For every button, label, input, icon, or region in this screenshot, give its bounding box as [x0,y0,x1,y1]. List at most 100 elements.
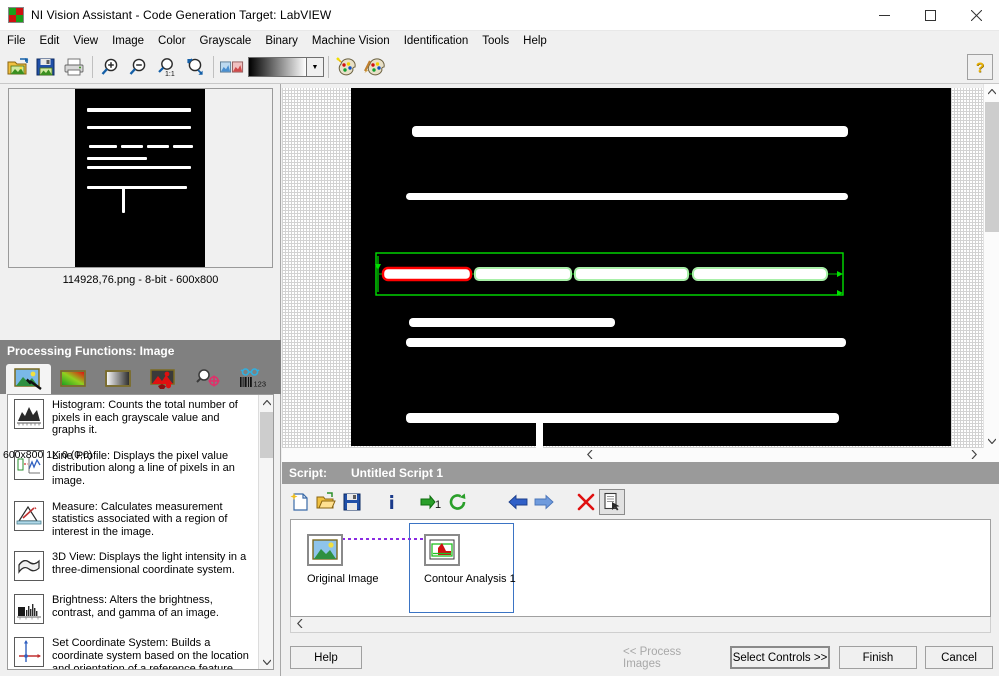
menu-tools[interactable]: Tools [475,32,516,50]
zoom-out-icon[interactable] [126,54,152,80]
save-image-icon[interactable] [33,54,59,80]
canvas-vertical-scrollbar[interactable] [983,84,999,448]
menu-edit[interactable]: Edit [33,32,67,50]
tab-grayscale[interactable] [96,364,141,394]
ni-vision-icon [8,7,24,23]
canvas-scroll-right-icon[interactable] [971,449,978,461]
help-button[interactable]: ? [967,54,993,80]
function-list-scrollbar[interactable] [258,395,273,669]
image-canvas[interactable] [282,84,999,448]
menu-bar: File Edit View Image Color Grayscale Bin… [0,31,999,51]
histogram-icon [14,399,44,429]
window-title: NI Vision Assistant - Code Generation Ta… [31,8,332,22]
menu-view[interactable]: View [66,32,105,50]
close-button[interactable] [953,0,999,31]
zoom-actual-size-icon[interactable]: 1:1 [154,54,180,80]
zoom-in-icon[interactable] [98,54,124,80]
function-item-3d-view[interactable]: 3D View: Displays the light intensity in… [14,551,258,582]
tab-image[interactable] [6,364,51,394]
new-script-button[interactable] [287,489,313,515]
image-caption: 114928,76.png - 8-bit - 600x800 [62,274,219,286]
color-palette-brush-icon[interactable] [362,54,388,80]
canvas-scroll-down-icon[interactable] [984,433,999,448]
step-back-button[interactable] [505,489,531,515]
svg-text:1: 1 [435,499,441,511]
script-info-button[interactable] [379,489,405,515]
save-script-button[interactable] [339,489,365,515]
color-palette-wand-icon[interactable] [334,54,360,80]
canvas-scrollbar-thumb[interactable] [985,102,999,232]
script-header: Script: Untitled Script 1 [282,462,999,484]
chevron-down-icon[interactable]: ▼ [307,58,323,76]
function-label: 3D View: Displays the light intensity in… [52,551,247,576]
scrollbar-thumb[interactable] [260,412,273,458]
main-toolbar: 1:1 ▼ ? [0,51,999,84]
menu-help[interactable]: Help [516,32,554,50]
toolbar-separator [92,56,93,78]
script-canvas-scrollbar[interactable] [290,617,991,633]
select-controls-button[interactable]: Select Controls >> [730,646,830,669]
toolbar-separator-3 [328,56,329,78]
script-toolbar: 1 [282,484,999,519]
menu-binary[interactable]: Binary [258,32,305,50]
original-image-icon [307,534,343,566]
scroll-down-icon[interactable] [259,654,273,669]
function-item-set-coordinate-system[interactable]: Set Coordinate System: Builds a coordina… [14,637,258,669]
script-scroll-left-icon[interactable] [296,618,303,630]
tab-color[interactable] [51,364,96,394]
script-step-original-image[interactable]: Original Image [307,534,379,585]
measure-icon [14,500,44,531]
tab-identification[interactable]: 123 [231,364,276,394]
run-continuously-button[interactable] [445,489,471,515]
canvas-horizontal-scrollbar[interactable] [282,448,999,462]
finish-button[interactable]: Finish [839,646,917,669]
cancel-button[interactable]: Cancel [925,646,993,669]
print-icon[interactable] [61,54,87,80]
thumbnail-image [75,89,205,267]
script-name: Untitled Script 1 [351,466,444,480]
canvas-scroll-left-icon[interactable] [586,449,593,461]
function-label: Brightness: Alters the brightness, contr… [52,594,219,619]
step-forward-button[interactable] [531,489,557,515]
script-steps-canvas[interactable]: Original Image Contour Analysis 1 [290,519,991,617]
minimize-button[interactable] [861,0,907,31]
process-images-button[interactable]: << Process Images [622,646,722,670]
menu-color[interactable]: Color [151,32,192,50]
processing-function-tabs: 123 [0,362,281,394]
menu-machine-vision[interactable]: Machine Vision [305,32,397,50]
image-browser-thumbnail[interactable] [8,88,273,268]
open-script-button[interactable] [313,489,339,515]
binary-tab-icon [149,368,179,390]
dialog-button-bar: Help << Process Images Select Controls >… [282,640,999,676]
color-tab-icon [59,368,89,390]
svg-text:123: 123 [253,380,266,389]
grayscale-palette-swatch [249,58,307,76]
copy-step-button[interactable] [599,488,625,515]
contour-analysis-overlay[interactable] [351,88,951,446]
help-dialog-button[interactable]: Help [290,646,362,669]
function-item-histogram[interactable]: Histogram: Counts the total number of pi… [14,399,258,437]
zoom-fit-icon[interactable] [182,54,208,80]
menu-file[interactable]: File [0,32,33,50]
delete-step-button[interactable] [573,489,599,515]
menu-image[interactable]: Image [105,32,151,50]
title-bar: NI Vision Assistant - Code Generation Ta… [0,0,999,31]
scroll-up-icon[interactable] [259,395,273,410]
vision-assistant-window: NI Vision Assistant - Code Generation Ta… [0,0,999,676]
processing-function-list[interactable]: Histogram: Counts the total number of pi… [7,394,274,670]
canvas-scroll-up-icon[interactable] [984,84,999,99]
menu-grayscale[interactable]: Grayscale [193,32,259,50]
function-item-brightness[interactable]: Brightness: Alters the brightness, contr… [14,594,258,625]
menu-identification[interactable]: Identification [397,32,476,50]
script-step-contour-analysis-1[interactable]: Contour Analysis 1 [424,534,516,585]
maximize-button[interactable] [907,0,953,31]
displayed-image[interactable] [351,88,951,448]
palette-combo[interactable]: ▼ [248,57,324,77]
tab-binary[interactable] [141,364,186,394]
function-item-measure[interactable]: Measure: Calculates measurement statisti… [14,500,258,539]
open-image-icon[interactable] [5,54,31,80]
toolbar-separator-2 [213,56,214,78]
run-once-button[interactable]: 1 [419,489,445,515]
tab-machine-vision[interactable] [186,364,231,394]
image-compare-icon[interactable] [219,54,245,80]
